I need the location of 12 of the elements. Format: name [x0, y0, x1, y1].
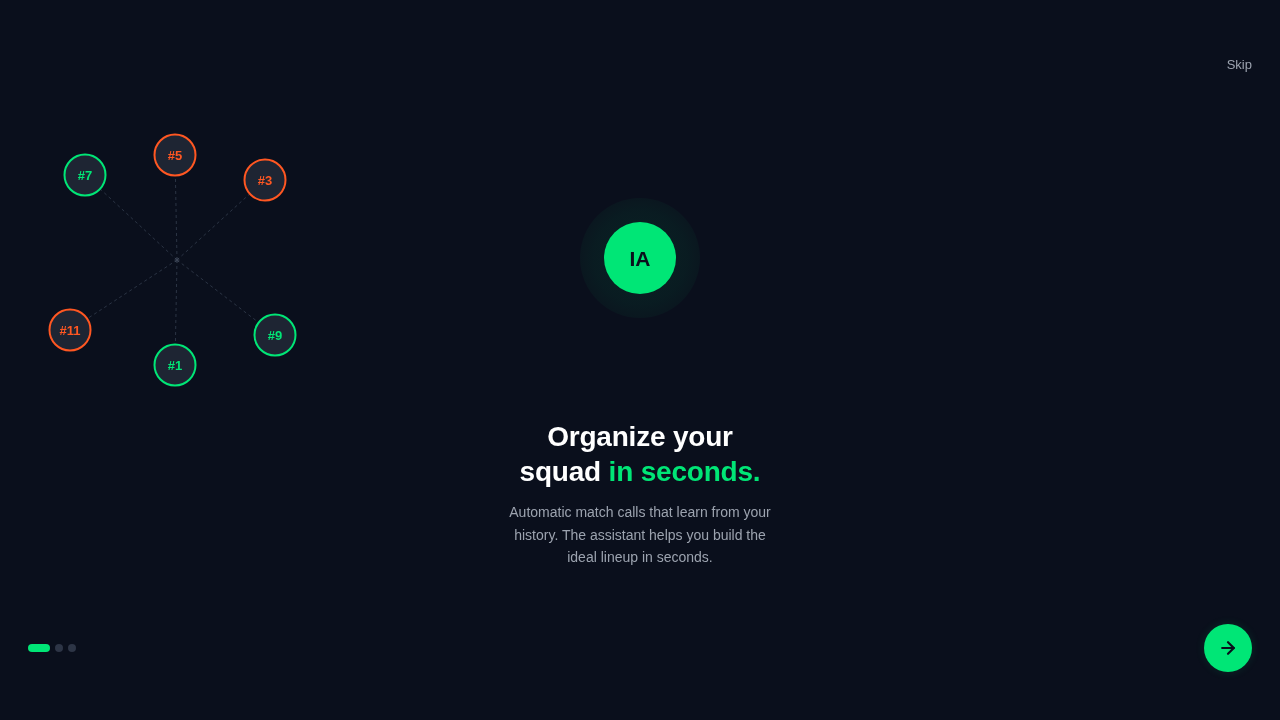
ai-badge: IA	[604, 222, 676, 294]
next-button[interactable]	[1204, 624, 1252, 672]
player-node: #11	[48, 308, 92, 352]
asterisk-icon	[174, 257, 180, 263]
player-node: #3	[243, 158, 287, 202]
player-node: #1	[153, 343, 197, 387]
heading: Organize your squad in seconds.	[518, 420, 762, 489]
player-node: #5	[153, 133, 197, 177]
description: Automatic match calls that learn from your history. The assistant helps you build the ideal lineup in seconds.	[508, 503, 772, 567]
player-node: #7	[63, 153, 107, 197]
player-node: #9	[253, 313, 297, 357]
skip-button[interactable]: Skip	[1226, 57, 1252, 73]
